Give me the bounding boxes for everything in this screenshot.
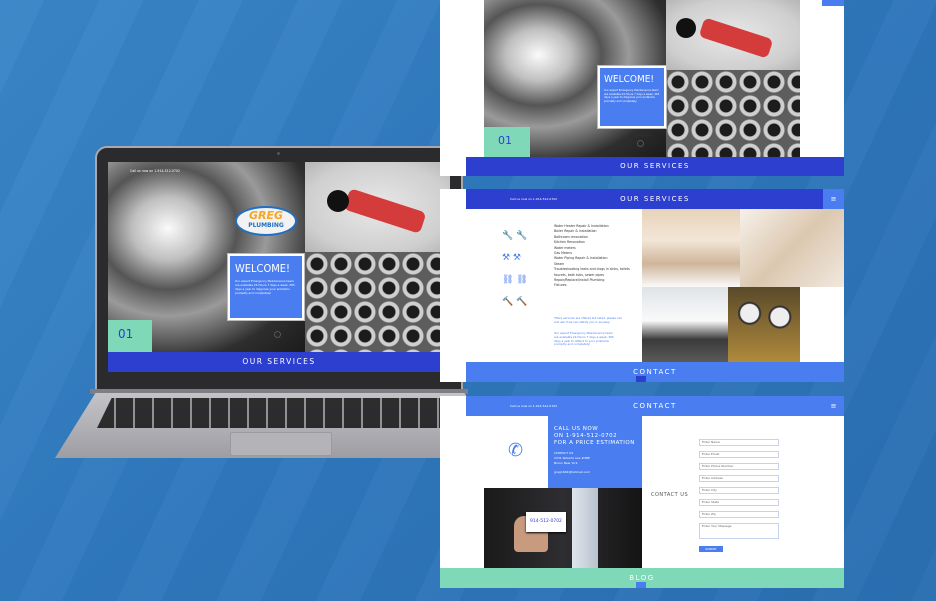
- services-title: OUR SERVICES: [620, 195, 690, 203]
- scroll-down-icon[interactable]: [274, 331, 281, 338]
- business-card: 914-512-0702: [526, 512, 566, 532]
- slide-number: 01: [118, 327, 134, 341]
- email-input[interactable]: Enter Email: [699, 451, 779, 458]
- message-textarea[interactable]: Enter Your Message: [699, 523, 779, 539]
- pipe-cutter-photo: [666, 0, 800, 70]
- welcome-text: Our expert Emergency Maintenance team ar…: [604, 89, 660, 103]
- hamburger-icon: ≡: [830, 402, 837, 410]
- gauges-photo: [728, 287, 800, 362]
- contact-side-label: CONTACT US: [651, 492, 689, 498]
- scroll-down-label[interactable]: scroll down: [634, 133, 651, 137]
- pipe-icon: ⛓ ⛓: [502, 275, 528, 285]
- pipe-cutter-knob: [327, 190, 349, 212]
- panel-welcome: WELCOME! Our expert Emergency Maintenanc…: [440, 0, 844, 176]
- pipes-photo: [666, 70, 800, 157]
- top-accent: [822, 0, 844, 6]
- welcome-box: WELCOME! Our expert Emergency Maintenanc…: [597, 65, 667, 129]
- pipe-cutter-shape: [698, 17, 774, 59]
- logo-word-greg: GREG: [248, 209, 284, 222]
- pipe-cutter-shape: [343, 188, 427, 234]
- slide-number: 01: [498, 134, 512, 147]
- bathroom-photo-2: [740, 209, 844, 287]
- greg-plumbing-logo[interactable]: GREG PLUMBING: [235, 206, 297, 236]
- welcome-box: WELCOME! Our expert Emergency Maintenanc…: [227, 253, 305, 321]
- services-note: *More services are offered but listed, p…: [554, 316, 622, 324]
- laptop-trackpad: [230, 432, 332, 456]
- address-line-1: 2331 Roberts ave #3BE: [554, 456, 590, 460]
- contact-title: CONTACT: [633, 402, 677, 410]
- call-line-3: FOR A PRICE ESTIMATION: [554, 440, 635, 446]
- laptop-keyboard: [97, 398, 463, 428]
- contact-form: Enter Name Enter Email Enter Phone Numbe…: [699, 439, 781, 552]
- hammer-icon: 🔨 🔨: [502, 297, 528, 307]
- scroll-down-icon[interactable]: [637, 140, 644, 147]
- laptop-camera: [277, 152, 280, 155]
- menu-button[interactable]: ≡: [823, 189, 844, 209]
- laptop-screen: Call us now on 1-914-512-0702 GREG PLUMB…: [108, 162, 450, 372]
- address-line-2: Bronx New York: [554, 461, 578, 465]
- services-list: Water Heater Repair & Installation Boile…: [554, 224, 630, 289]
- menu-button[interactable]: ≡: [823, 396, 844, 416]
- pipes-photo: [305, 252, 450, 352]
- welcome-title: WELCOME!: [235, 262, 291, 275]
- call-us-box: CALL US NOW ON 1-914-512-0702 FOR A PRIC…: [548, 416, 642, 488]
- name-input[interactable]: Enter Name: [699, 439, 779, 446]
- contact-heading: CONTACT US: [554, 451, 574, 455]
- welcome-text: Our expert Emergency Maintenance team ar…: [235, 279, 295, 295]
- service-item: Troubleshooting leaks and clogs in sinks…: [554, 267, 630, 272]
- panel-contact: Call us now on 1-914-512-0702 CONTACT ≡ …: [440, 396, 844, 588]
- kitchen-photo: [642, 287, 728, 362]
- zip-input[interactable]: Enter Zip: [699, 511, 779, 518]
- contact-bar[interactable]: CONTACT: [466, 362, 844, 382]
- blog-bar-tab: [636, 582, 646, 588]
- city-input[interactable]: Enter City: [699, 487, 779, 494]
- call-line-1: CALL US NOW: [554, 426, 599, 432]
- phone-icon: ✆: [508, 440, 524, 461]
- scroll-down-label[interactable]: scroll down: [270, 324, 287, 328]
- wrench-icon: 🔧 🔧: [502, 231, 528, 241]
- welcome-title: WELCOME!: [604, 74, 655, 85]
- slide-number-box: 01: [108, 320, 152, 352]
- shirt: [572, 488, 598, 568]
- submit-button[interactable]: SUBMIT: [699, 546, 723, 552]
- slide-number-box: 01: [484, 127, 530, 157]
- phone-input[interactable]: Enter Phone Number: [699, 463, 779, 470]
- service-item: Fixtures: [554, 283, 567, 288]
- business-card-photo: 914-512-0702: [484, 488, 642, 568]
- pipe-cutter-knob: [676, 18, 696, 38]
- pipe-cutter-photo: [305, 162, 450, 252]
- contact-bar-tab: [636, 376, 646, 382]
- call-line-2: ON 1-914-512-0702: [554, 433, 618, 439]
- address-input[interactable]: Enter Address: [699, 475, 779, 482]
- pliers-icon: ⚒ ⚒: [502, 253, 521, 263]
- panel-services: Call us now on 1-914-512-0702 OUR SERVIC…: [440, 189, 844, 382]
- hamburger-icon: ≡: [830, 195, 837, 203]
- phone-line: Call us now on 1-914-512-0702: [130, 169, 180, 173]
- logo-word-plumbing: PLUMBING: [248, 222, 284, 229]
- state-input[interactable]: Enter State: [699, 499, 779, 506]
- tool-icons: 🔧 🔧 ⚒ ⚒ ⛓ ⛓ 🔨 🔨: [502, 225, 542, 315]
- services-note-2: Our expert Emergency Maintenance team ar…: [554, 331, 614, 347]
- card-text: 914-512-0702: [530, 519, 562, 524]
- email-link[interactable]: greg1602@hotmail.com: [554, 470, 642, 474]
- our-services-bar[interactable]: OUR SERVICES: [108, 352, 450, 372]
- our-services-bar[interactable]: OUR SERVICES: [466, 157, 844, 176]
